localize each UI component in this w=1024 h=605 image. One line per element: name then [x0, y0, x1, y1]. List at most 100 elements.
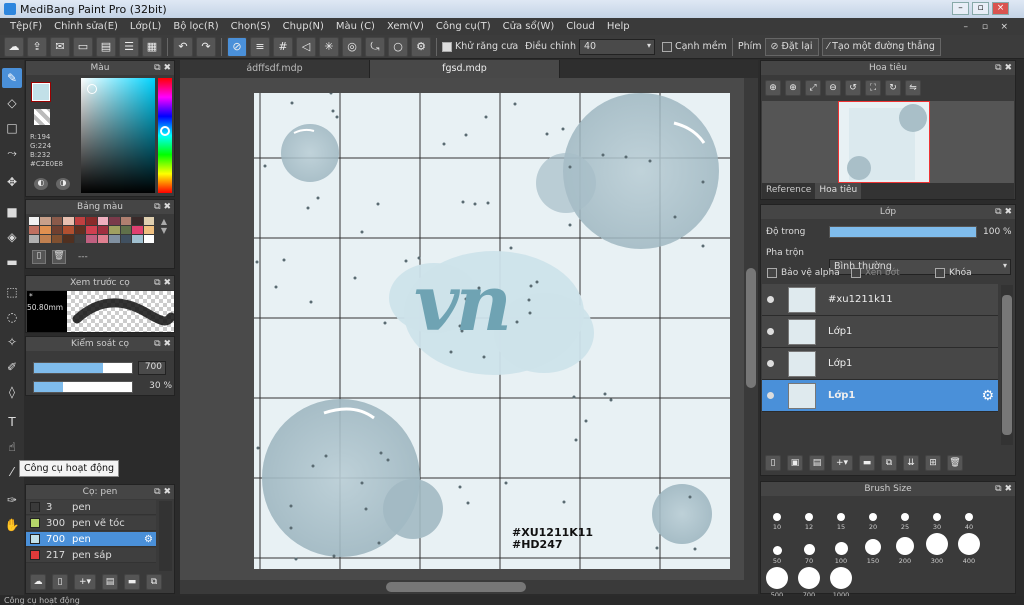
- brush-list-item[interactable]: 217 pen sáp: [26, 548, 156, 563]
- brush-list-item[interactable]: 700 pen ⚙: [26, 532, 156, 547]
- brush-list-item[interactable]: 300 pen vẽ tóc: [26, 516, 156, 531]
- straight-line-button[interactable]: ⁄ Tạo một đường thẳng: [821, 37, 941, 56]
- new-layer-icon[interactable]: ▯: [765, 455, 781, 471]
- layer-folder-icon[interactable]: ▬: [859, 455, 875, 471]
- inner-minimize-button[interactable]: –: [958, 22, 975, 32]
- brush-size-preset[interactable]: 25: [890, 497, 920, 531]
- soft-edge-checkbox[interactable]: [661, 41, 672, 52]
- menu-file[interactable]: Tệp(F): [4, 21, 48, 32]
- tab-reference[interactable]: Reference: [762, 183, 815, 199]
- palette-swatch[interactable]: [109, 226, 120, 234]
- menu-cloud[interactable]: Cloud: [560, 21, 601, 32]
- palette-swatch[interactable]: [86, 217, 97, 225]
- dot-tool-icon[interactable]: □: [2, 118, 22, 138]
- palette-swatch[interactable]: [86, 235, 97, 243]
- palette-swatch[interactable]: [132, 235, 143, 243]
- horizontal-scrollbar[interactable]: [180, 580, 758, 594]
- palette-swatch[interactable]: [143, 235, 154, 243]
- layer-settings-gear-icon[interactable]: ⚙: [981, 388, 994, 404]
- circle-snap-icon[interactable]: ◎: [342, 36, 362, 57]
- palette-swatch[interactable]: [63, 217, 74, 225]
- eyedropper-tool-icon[interactable]: ✑: [2, 490, 22, 510]
- comment-icon[interactable]: ✉: [50, 36, 70, 57]
- lasso-tool-icon[interactable]: ◌: [2, 307, 22, 327]
- merge-icon[interactable]: ⊞: [925, 455, 941, 471]
- add-brush-dropdown-icon[interactable]: +▾: [74, 574, 96, 590]
- radial-snap-icon[interactable]: ✳: [319, 36, 339, 57]
- cloud-icon[interactable]: ☁: [4, 36, 24, 57]
- brush-size-preset[interactable]: 20: [858, 497, 888, 531]
- palette-swatch[interactable]: [86, 226, 97, 234]
- brush-size-preset[interactable]: 70: [794, 531, 824, 565]
- protect-alpha-checkbox[interactable]: [767, 268, 777, 278]
- brush-size-preset[interactable]: 12: [794, 497, 824, 531]
- snap-settings-icon[interactable]: ⚙: [411, 36, 431, 57]
- sv-picker-handle[interactable]: [87, 84, 97, 94]
- operation-tool-icon[interactable]: ☝: [2, 437, 22, 457]
- zoom-out-icon[interactable]: ⊖: [825, 80, 841, 96]
- select-eraser-icon[interactable]: ◊: [2, 382, 22, 402]
- menu-color[interactable]: Màu (C): [330, 21, 381, 32]
- palette-swatch[interactable]: [63, 235, 74, 243]
- tab-navigator[interactable]: Hoa tiêu: [815, 183, 862, 199]
- add-palette-icon[interactable]: ▯: [32, 250, 46, 264]
- brush-list-scrollbar[interactable]: [159, 501, 172, 571]
- brush-tool-icon[interactable]: ✎: [2, 68, 22, 88]
- antialias-checkbox[interactable]: [442, 41, 452, 52]
- curve-snap-icon[interactable]: ⤿: [365, 36, 385, 57]
- layer-list-scrollbar[interactable]: [1001, 285, 1013, 445]
- navigator-viewport[interactable]: [838, 101, 930, 183]
- fullscreen-icon[interactable]: ⛶: [865, 80, 881, 96]
- brush-size-preset[interactable]: 400: [954, 531, 984, 565]
- menu-window[interactable]: Cửa sổ(W): [497, 21, 561, 32]
- inner-close-button[interactable]: ×: [994, 22, 1014, 32]
- shape-tool-icon[interactable]: ■: [2, 202, 22, 222]
- brush-settings-gear-icon[interactable]: ⚙: [144, 534, 153, 545]
- palette-grid[interactable]: [29, 217, 154, 243]
- horizontal-scroll-thumb[interactable]: [386, 582, 526, 592]
- hue-slider[interactable]: [158, 78, 172, 193]
- palette-swatch[interactable]: [132, 226, 143, 234]
- panel-close-icon[interactable]: ⧉ ✖: [154, 485, 171, 499]
- list-icon[interactable]: ☰: [119, 36, 139, 57]
- palette-swatch[interactable]: [109, 235, 120, 243]
- zoom-in-icon[interactable]: ⊕: [765, 80, 781, 96]
- fill-tool-icon[interactable]: ◈: [2, 227, 22, 247]
- close-button[interactable]: ×: [992, 2, 1009, 15]
- layer-visibility-icon[interactable]: [767, 360, 774, 367]
- brush-size-preset[interactable]: 50: [762, 531, 792, 565]
- move-tool-icon[interactable]: ✥: [2, 172, 22, 192]
- palette-swatch[interactable]: [120, 235, 132, 243]
- palette-swatch[interactable]: [143, 226, 154, 234]
- brush-size-preset[interactable]: 150: [858, 531, 888, 565]
- lock-checkbox[interactable]: [935, 268, 945, 278]
- gradient-tool-icon[interactable]: ▬: [2, 252, 22, 272]
- saturation-value-picker[interactable]: [81, 78, 155, 193]
- layer-visibility-icon[interactable]: [767, 296, 774, 303]
- palette-swatch[interactable]: [132, 217, 143, 225]
- layer-row[interactable]: Lớp1: [762, 348, 998, 380]
- zoom-plus-icon[interactable]: ⊕: [785, 80, 801, 96]
- adjust-dropdown[interactable]: 40: [578, 38, 655, 55]
- panel-close-icon[interactable]: ⧉ ✖: [995, 482, 1012, 496]
- hand-tool-icon[interactable]: ✋: [2, 515, 22, 535]
- palette-swatch[interactable]: [40, 226, 51, 234]
- flip-icon[interactable]: ⇋: [905, 80, 921, 96]
- new-brush-icon[interactable]: ▯: [52, 574, 68, 590]
- palette-swatch[interactable]: [97, 217, 109, 225]
- grid-icon[interactable]: ▦: [142, 36, 162, 57]
- palette-swatch[interactable]: [63, 226, 74, 234]
- new-halftone-layer-icon[interactable]: ▣: [787, 455, 803, 471]
- brush-size-preset[interactable]: 30: [922, 497, 952, 531]
- palette-swatch[interactable]: [74, 217, 86, 225]
- palette-swatch[interactable]: [109, 217, 120, 225]
- brush-size-value[interactable]: 700: [138, 361, 166, 375]
- delete-palette-icon[interactable]: 🗑: [52, 250, 66, 264]
- palette-swatch[interactable]: [97, 226, 109, 234]
- text-tool-icon[interactable]: T: [2, 412, 22, 432]
- palette-swatch[interactable]: [97, 235, 109, 243]
- foreground-color-swatch[interactable]: [31, 82, 51, 102]
- brush-cloud-icon[interactable]: ☁: [30, 574, 46, 590]
- palette-swatch[interactable]: [40, 235, 51, 243]
- inner-restore-button[interactable]: ▫: [976, 22, 994, 32]
